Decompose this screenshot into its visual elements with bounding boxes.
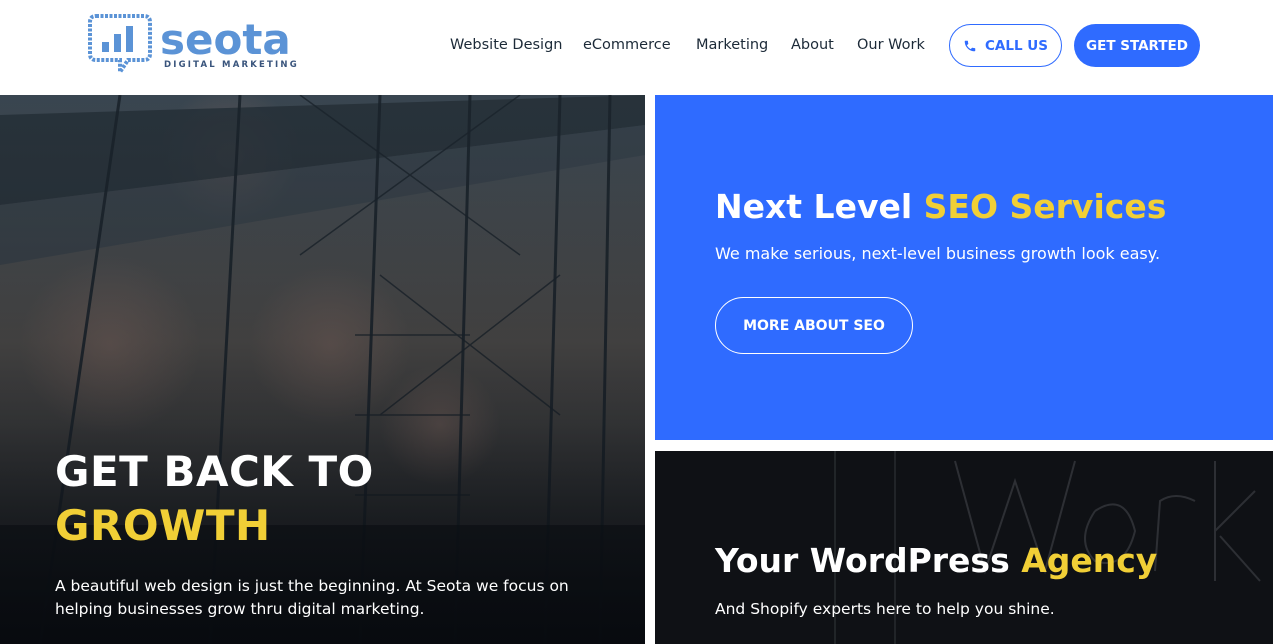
hero-title: GET BACK TO GROWTH xyxy=(55,445,374,553)
phone-icon xyxy=(964,40,976,51)
brand-tagline: DIGITAL MARKETING xyxy=(164,60,299,70)
seo-title-main: Next Level xyxy=(715,187,924,226)
logo[interactable]: seota DIGITAL MARKETING xyxy=(88,12,298,76)
hero-description: A beautiful web design is just the begin… xyxy=(55,577,569,618)
get-started-label: GET STARTED xyxy=(1086,37,1188,54)
call-us-label: CALL US xyxy=(985,37,1048,54)
nav-item-marketing[interactable]: Marketing xyxy=(696,34,768,56)
hero-title-line1: GET BACK TO xyxy=(55,447,374,496)
call-us-button[interactable]: CALL US xyxy=(949,24,1062,67)
brand-name: seota xyxy=(160,15,291,64)
nav-item-website-design[interactable]: Website Design xyxy=(450,34,562,56)
wp-card-subtitle: And Shopify experts here to help you shi… xyxy=(715,600,1055,618)
wp-title-accent: Agency xyxy=(1021,541,1158,580)
more-about-seo-button[interactable]: MORE ABOUT SEO xyxy=(715,297,913,354)
seo-card-title: Next Level SEO Services xyxy=(715,187,1166,227)
wordpress-agency-card: Your WordPress Agency And Shopify expert… xyxy=(655,451,1273,644)
more-about-seo-label: MORE ABOUT SEO xyxy=(743,317,885,334)
wp-title-main: Your WordPress xyxy=(715,541,1022,580)
nav-item-our-work[interactable]: Our Work xyxy=(857,34,925,56)
seo-services-card: Next Level SEO Services We make serious,… xyxy=(655,95,1273,440)
seo-card-subtitle: We make serious, next-level business gro… xyxy=(715,244,1161,263)
hero-overlay xyxy=(0,95,645,644)
chart-bubble-icon xyxy=(88,14,152,76)
hero-section: GET BACK TO GROWTH A beautiful web desig… xyxy=(0,95,645,644)
get-started-button[interactable]: GET STARTED xyxy=(1074,24,1200,67)
site-header: seota DIGITAL MARKETING Website Design e… xyxy=(0,0,1273,95)
hero-title-line2: GROWTH xyxy=(55,501,271,550)
nav-item-about[interactable]: About xyxy=(791,34,834,56)
wp-card-title: Your WordPress Agency xyxy=(715,541,1157,581)
nav-item-ecommerce[interactable]: eCommerce xyxy=(583,34,671,56)
seo-title-accent: SEO Services xyxy=(923,187,1167,226)
